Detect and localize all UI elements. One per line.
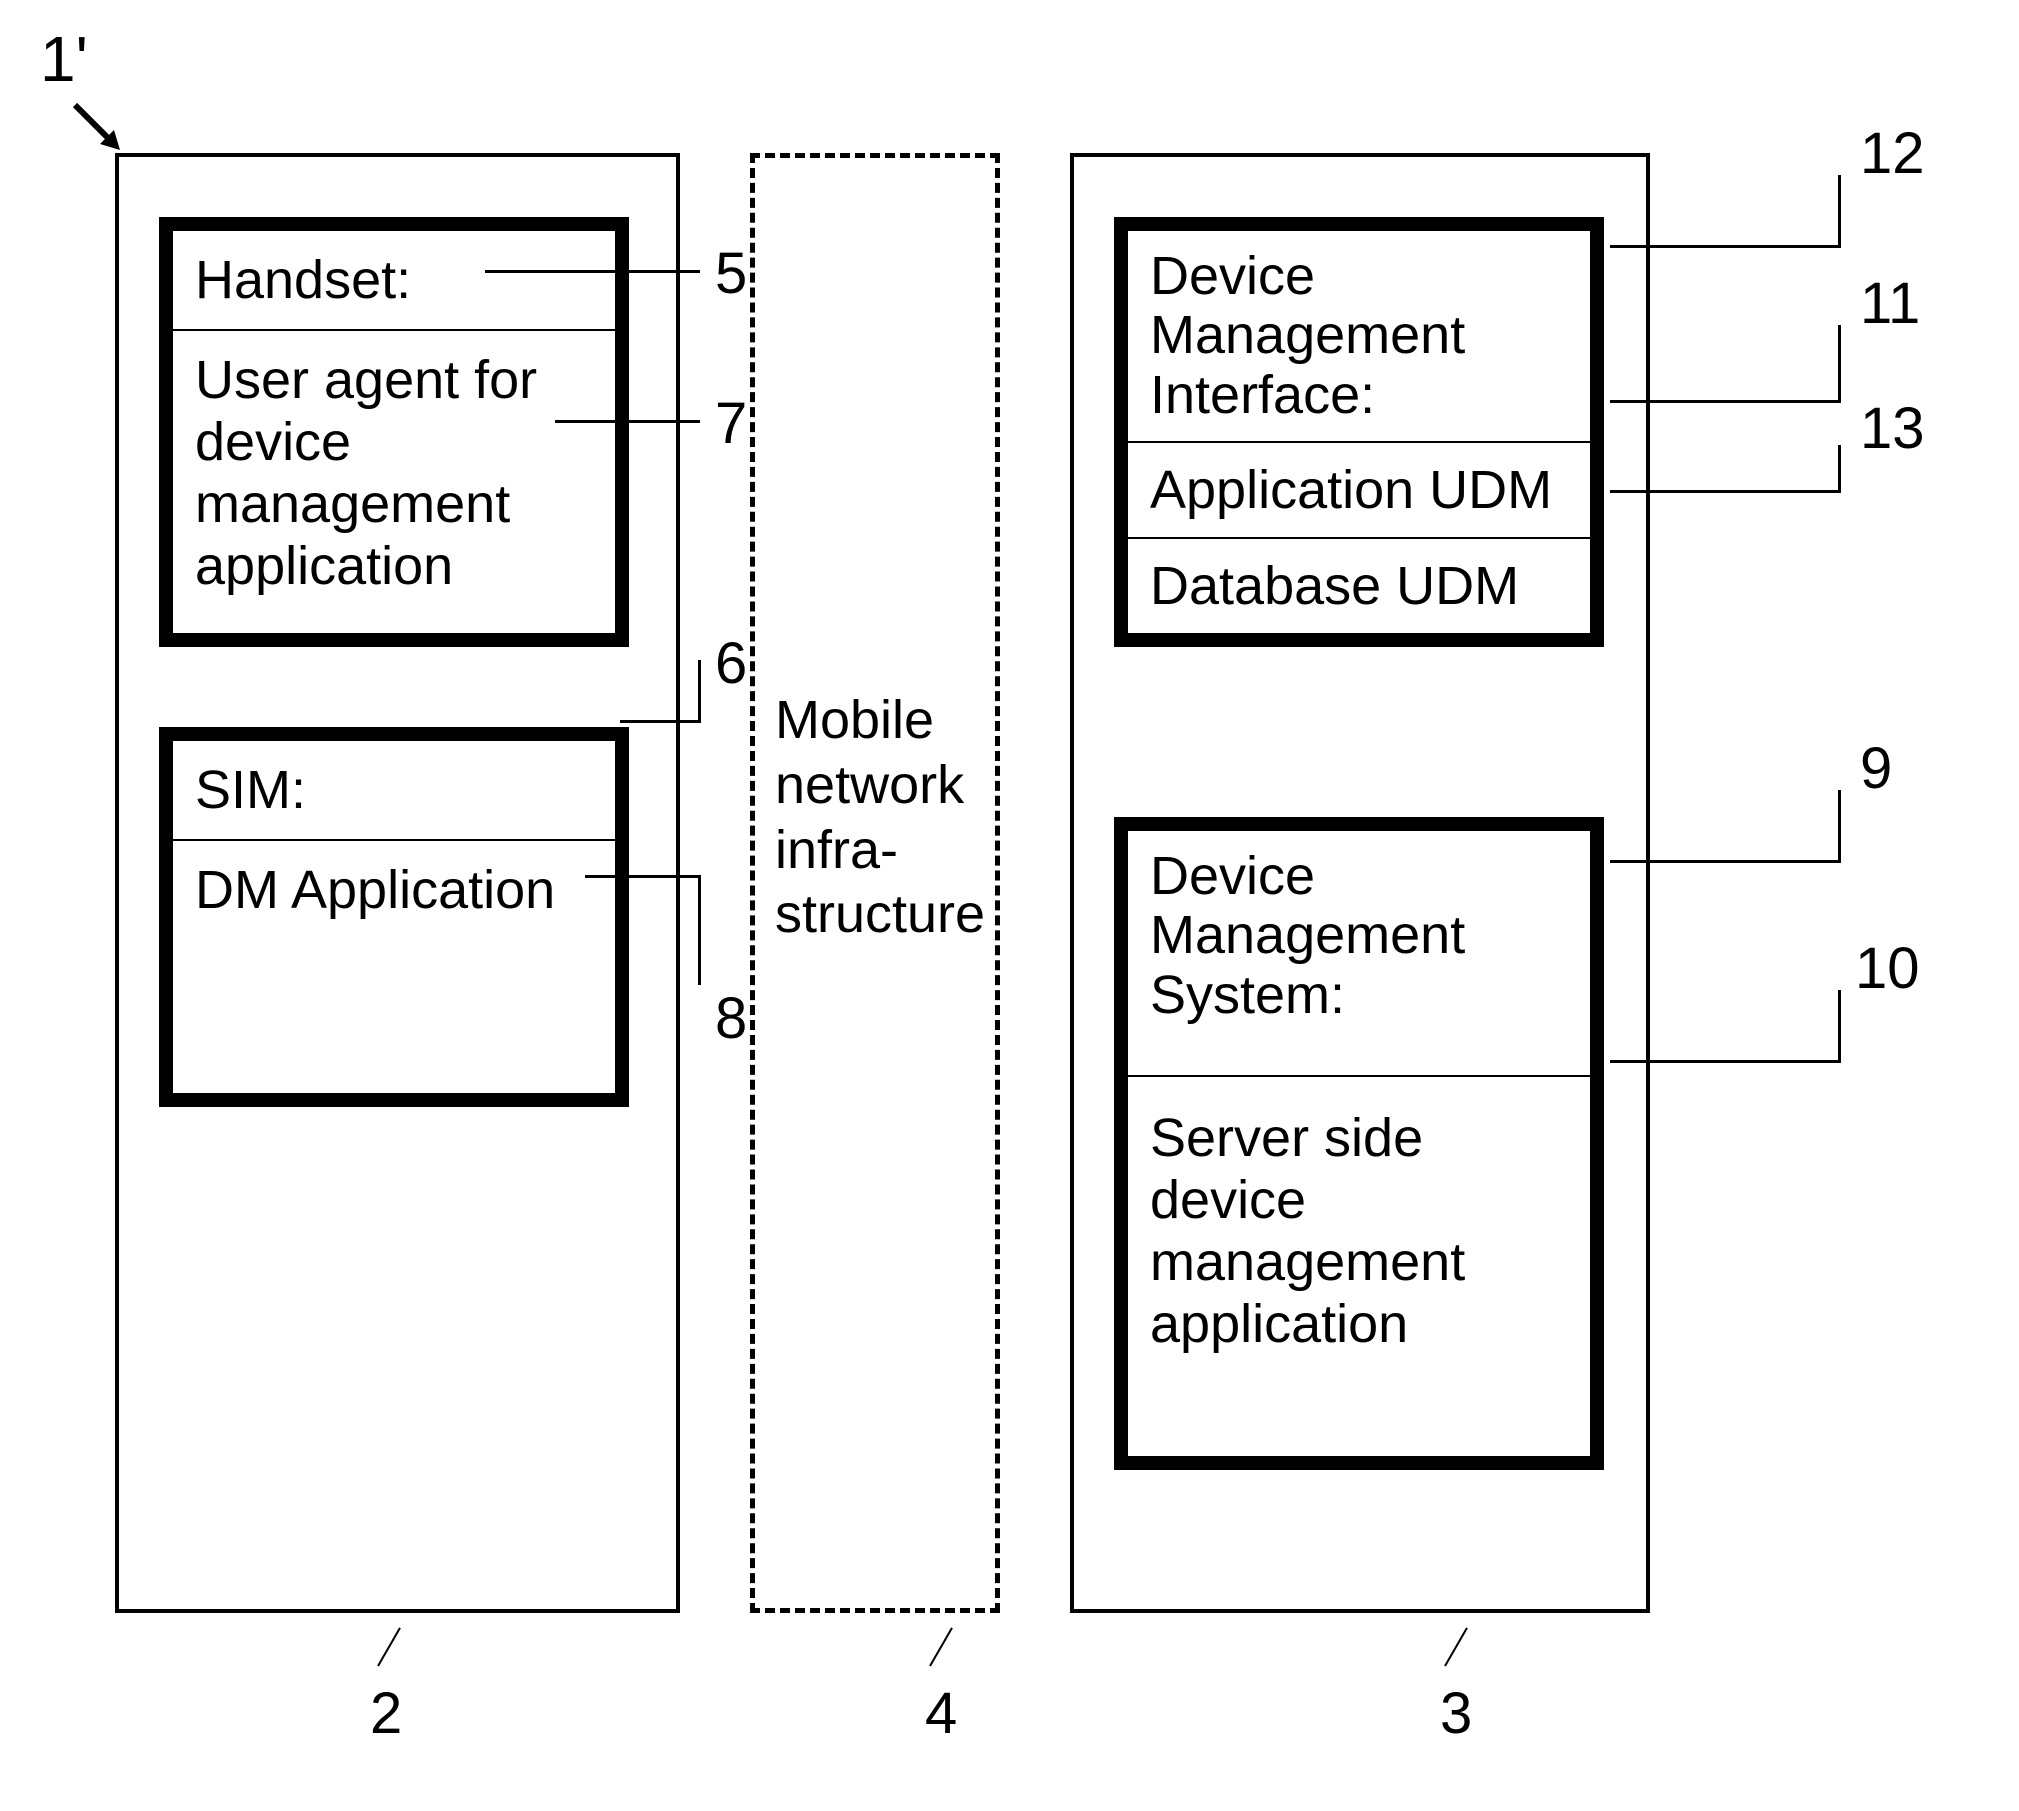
callout-4: 4	[925, 1680, 957, 1747]
handset-body: User agent for device management applica…	[173, 331, 615, 633]
callout-11: 11	[1860, 270, 1920, 337]
callout-7: 7	[715, 390, 747, 457]
callout-10: 10	[1855, 935, 1920, 1002]
callout-9: 9	[1860, 735, 1892, 802]
leader-7	[555, 420, 700, 423]
leader-5	[485, 270, 700, 273]
column-network: Mobile network infra-structure	[750, 153, 1000, 1613]
callout-8: 8	[715, 985, 747, 1052]
leader-12v	[1838, 175, 1841, 248]
callout-2: 2	[370, 1680, 402, 1747]
dmi-app-udm: Application UDM	[1128, 443, 1590, 539]
leader-13v	[1838, 445, 1841, 493]
slash-3	[1444, 1627, 1468, 1666]
leader-10v	[1838, 990, 1841, 1063]
box-device-management-interface: Device Management Interface: Application…	[1114, 217, 1604, 647]
arrow-1-prime-icon	[70, 100, 130, 160]
leader-8	[585, 875, 700, 878]
network-text: Mobile network infra-structure	[775, 688, 985, 947]
leader-11h	[1610, 400, 1840, 403]
box-device-management-system: Device Management System: Server side de…	[1114, 817, 1604, 1470]
leader-13h	[1610, 490, 1840, 493]
leader-9h	[1610, 860, 1840, 863]
leader-11v	[1838, 325, 1841, 403]
box-sim: SIM: DM Application	[159, 727, 629, 1107]
dms-body: Server side device management applicatio…	[1128, 1077, 1590, 1455]
callout-12: 12	[1860, 120, 1925, 187]
slash-4	[929, 1627, 953, 1666]
column-client: Handset: User agent for device managemen…	[115, 153, 680, 1613]
leader-9v	[1838, 790, 1841, 863]
dmi-db-udm: Database UDM	[1128, 539, 1590, 633]
callout-6: 6	[715, 630, 747, 697]
leader-6v	[698, 660, 701, 723]
box-handset: Handset: User agent for device managemen…	[159, 217, 629, 647]
dmi-title: Device Management Interface:	[1128, 231, 1590, 443]
leader-6	[620, 720, 700, 723]
label-1-prime: 1'	[40, 22, 88, 96]
sim-title: SIM:	[173, 741, 615, 841]
callout-3: 3	[1440, 1680, 1472, 1747]
column-server: Device Management Interface: Application…	[1070, 153, 1650, 1613]
slash-2	[377, 1627, 401, 1666]
handset-title: Handset:	[173, 231, 615, 331]
callout-5: 5	[715, 240, 747, 307]
sim-body: DM Application	[173, 841, 615, 939]
leader-10h	[1610, 1060, 1840, 1063]
callout-13: 13	[1860, 395, 1925, 462]
diagram-root: 1' Handset: User agent for device manage…	[0, 0, 2019, 1811]
leader-12h	[1610, 245, 1840, 248]
leader-8v	[698, 875, 701, 985]
dms-title: Device Management System:	[1128, 831, 1590, 1077]
